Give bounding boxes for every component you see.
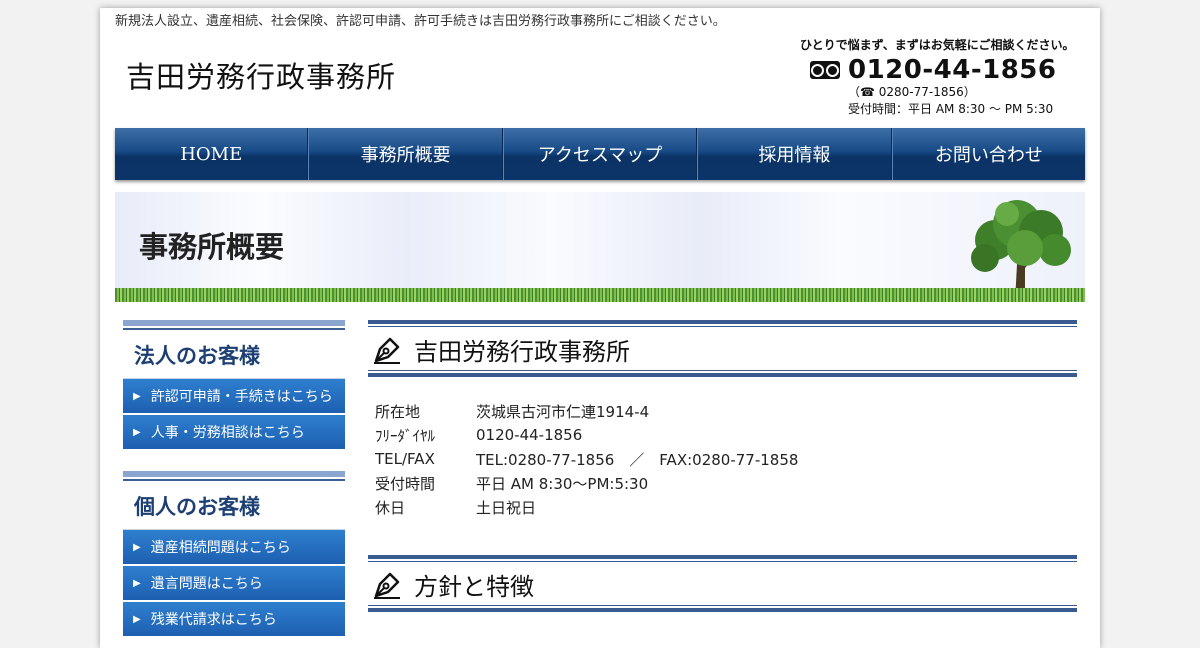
info-key: ﾌﾘｰﾀﾞｲﾔﾙ [375,426,436,445]
sidebar-link-label: 残業代請求はこちら [150,612,277,628]
freedial-number[interactable]: 0120-44-1856 [848,55,1057,85]
info-row: TEL/FAX TEL:0280-77-1856 ／ FAX:0280-77-1… [375,447,1077,471]
info-row: 休日 土日祝日 [375,495,1077,519]
nav-item-recruit[interactable]: 採用情報 [697,128,892,180]
sidebar-heading-corporate: 法人のお客様 [123,320,345,379]
sidebar-link-overtime[interactable]: ▶ 残業代請求はこちら [123,602,345,636]
sidebar-link-permits[interactable]: ▶ 許認可申請・手続きはこちら [123,379,345,413]
contact-tagline: ひとりで悩まず、まずはお気軽にご相談ください。 [800,38,1075,52]
page-banner: 事務所概要 [115,192,1085,302]
contact-box: ひとりで悩まず、まずはお気軽にご相談ください。 0120-44-1856 （☎ … [800,36,1090,117]
section-heading-policy: 方針と特徴 [368,555,1077,612]
sidebar-link-label: 遺言問題はこちら [150,576,263,592]
arrow-right-icon: ▶ [133,390,141,402]
info-value: 平日 AM 8:30〜PM:5:30 [476,474,649,493]
section-title-policy: 方針と特徴 [414,573,534,601]
page-title: 事務所概要 [139,230,285,264]
sidebar-link-label: 人事・労務相談はこちら [150,425,305,441]
sidebar-link-inheritance[interactable]: ▶ 遺産相続問題はこちら [123,530,345,564]
sidebar-heading-personal: 個人のお客様 [123,471,345,530]
arrow-right-icon: ▶ [133,577,141,589]
contact-tel: （☎ 0280-77-1856） [848,85,976,99]
sidebar-link-hr-consult[interactable]: ▶ 人事・労務相談はこちら [123,415,345,449]
info-row: 受付時間 平日 AM 8:30〜PM:5:30 [375,471,1077,495]
info-value: 0120-44-1856 [476,426,583,444]
global-nav: HOME 事務所概要 アクセスマップ 採用情報 お問い合わせ [115,128,1085,180]
sidebar-title-personal: 個人のお客様 [134,494,260,519]
info-key: 所在地 [375,402,421,421]
section-title-office: 吉田労務行政事務所 [414,338,630,366]
sidebar-link-will[interactable]: ▶ 遺言問題はこちら [123,566,345,600]
arrow-right-icon: ▶ [133,426,141,438]
info-value: 土日祝日 [476,498,537,517]
pen-icon [374,572,400,599]
info-value: 茨城県古河市仁連1914-4 [476,402,650,421]
sidebar: 法人のお客様 ▶ 許認可申請・手続きはこちら ▶ 人事・労務相談はこちら 個人の… [123,320,345,638]
grass-strip [115,288,1085,302]
pen-icon [374,337,400,364]
tree-illustration [971,200,1071,302]
contact-hours: 受付時間：平日 AM 8:30 〜 PM 5:30 [848,102,1054,116]
section-heading-office: 吉田労務行政事務所 [368,320,1077,377]
arrow-right-icon: ▶ [133,541,141,553]
nav-item-access-map[interactable]: アクセスマップ [502,128,698,180]
nav-item-home[interactable]: HOME [115,128,309,180]
main-content: 吉田労務行政事務所 所在地 茨城県古河市仁連1914-4 ﾌﾘｰﾀﾞｲﾔﾙ 01… [368,320,1077,612]
info-row: ﾌﾘｰﾀﾞｲﾔﾙ 0120-44-1856 [375,423,1077,447]
nav-item-office-profile[interactable]: 事務所概要 [308,128,503,180]
nav-item-contact[interactable]: お問い合わせ [891,128,1085,180]
arrow-right-icon: ▶ [133,613,141,625]
header-tagline: 新規法人設立、遺産相続、社会保険、許認可申請、許可手続きは吉田労務行政事務所にご… [115,14,726,29]
info-value: TEL:0280-77-1856 ／ FAX:0280-77-1858 [476,450,799,469]
site-title[interactable]: 吉田労務行政事務所 [126,54,396,96]
info-row: 所在地 茨城県古河市仁連1914-4 [375,399,1077,423]
sidebar-link-label: 許認可申請・手続きはこちら [150,389,333,405]
page-container: 新規法人設立、遺産相続、社会保険、許認可申請、許可手続きは吉田労務行政事務所にご… [100,8,1100,648]
sidebar-link-label: 遺産相続問題はこちら [150,540,291,556]
sidebar-title-corporate: 法人のお客様 [134,343,260,368]
info-key: 休日 [375,498,406,517]
office-info-table: 所在地 茨城県古河市仁連1914-4 ﾌﾘｰﾀﾞｲﾔﾙ 0120-44-1856… [375,399,1077,519]
free-dial-icon [810,61,840,79]
freedial-row: 0120-44-1856 [800,55,1090,85]
info-key: 受付時間 [375,474,436,493]
info-key: TEL/FAX [375,450,435,468]
